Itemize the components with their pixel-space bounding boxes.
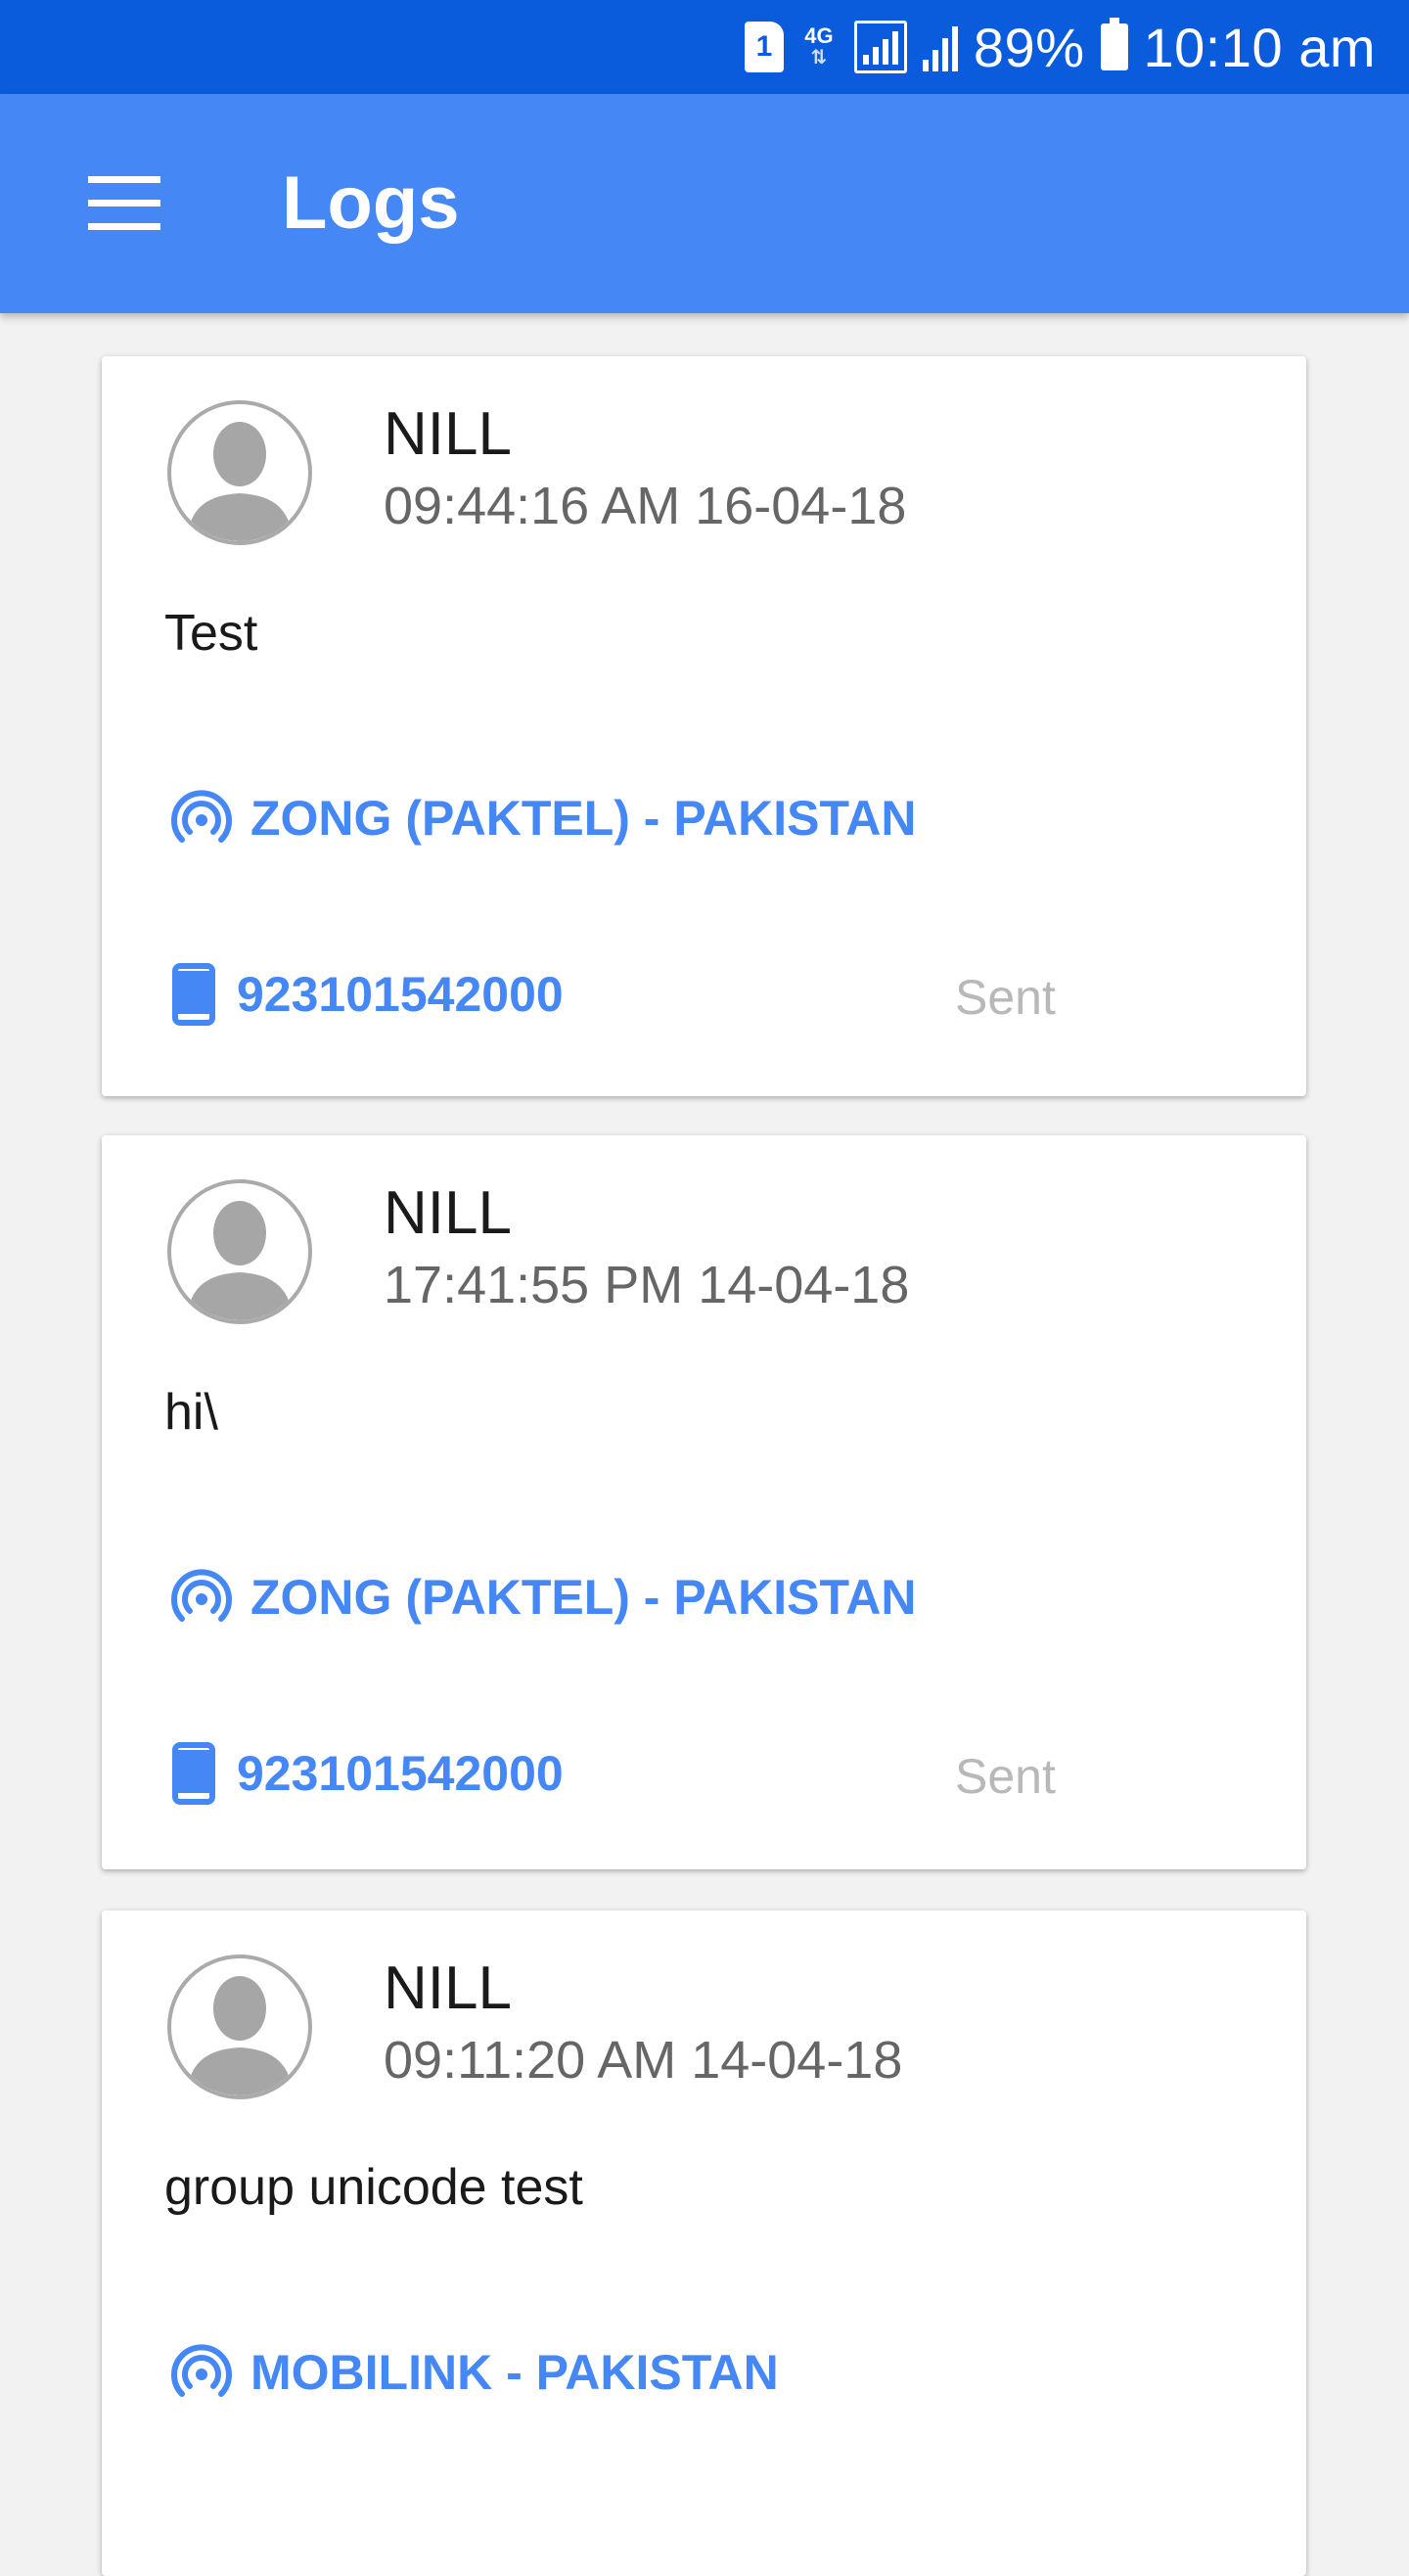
- status-bar: 1 4G ⇅ 89% 10:10 am: [0, 0, 1409, 94]
- battery-percent: 89%: [973, 16, 1085, 78]
- clock: 10:10 am: [1143, 16, 1376, 78]
- operator-name: ZONG (PAKTEL) - PAKISTAN: [250, 791, 917, 846]
- sender-name: NILL: [384, 1955, 512, 2022]
- sim-card-icon: 1: [744, 22, 784, 72]
- phone-icon: [172, 963, 215, 1026]
- broadcast-icon: [171, 790, 232, 843]
- phone-icon: [172, 1742, 215, 1805]
- sender-name: NILL: [384, 1179, 512, 1247]
- message-text: Test: [164, 605, 258, 662]
- phone-number: 923101542000: [237, 1746, 564, 1801]
- log-timestamp: 09:44:16 AM 16-04-18: [384, 477, 907, 535]
- operator-row: ZONG (PAKTEL) - PAKISTAN: [170, 1566, 917, 1629]
- log-timestamp: 09:11:20 AM 14-04-18: [384, 2031, 903, 2090]
- hamburger-menu-icon[interactable]: [88, 176, 162, 231]
- avatar-icon: [167, 1955, 312, 2099]
- log-card[interactable]: NILL 09:44:16 AM 16-04-18 Test ZONG (PAK…: [102, 356, 1306, 1096]
- operator-name: ZONG (PAKTEL) - PAKISTAN: [250, 1570, 917, 1625]
- status-icons: 1 4G ⇅ 89% 10:10 am: [744, 0, 1376, 94]
- battery-icon: [1100, 18, 1128, 70]
- page-title: Logs: [282, 161, 460, 245]
- log-card[interactable]: NILL 17:41:55 PM 14-04-18 hi\ ZONG (PAKT…: [102, 1135, 1306, 1869]
- phone-row: 923101542000: [172, 963, 564, 1026]
- operator-row: MOBILINK - PAKISTAN: [170, 2341, 779, 2404]
- signal-strength-2-icon: [922, 23, 958, 71]
- phone-number: 923101542000: [237, 967, 564, 1022]
- avatar-icon: [167, 1179, 312, 1324]
- broadcast-icon: [171, 2344, 232, 2397]
- app-bar: Logs: [0, 94, 1409, 313]
- status-label: Sent: [955, 970, 1056, 1025]
- broadcast-icon: [171, 1569, 232, 1622]
- signal-strength-icon: [853, 21, 907, 73]
- avatar-icon: [167, 400, 312, 545]
- log-card[interactable]: NILL 09:11:20 AM 14-04-18 group unicode …: [102, 1910, 1306, 2576]
- sender-name: NILL: [384, 400, 512, 468]
- message-text: group unicode test: [164, 2159, 583, 2216]
- network-type-icon: 4G ⇅: [799, 25, 839, 69]
- operator-row: ZONG (PAKTEL) - PAKISTAN: [170, 787, 917, 850]
- log-timestamp: 17:41:55 PM 14-04-18: [384, 1256, 910, 1314]
- data-arrows-icon: ⇅: [810, 47, 828, 69]
- status-label: Sent: [955, 1749, 1056, 1804]
- phone-row: 923101542000: [172, 1742, 564, 1805]
- operator-name: MOBILINK - PAKISTAN: [250, 2345, 779, 2400]
- network-type-label: 4G: [804, 23, 834, 48]
- message-text: hi\: [164, 1384, 218, 1441]
